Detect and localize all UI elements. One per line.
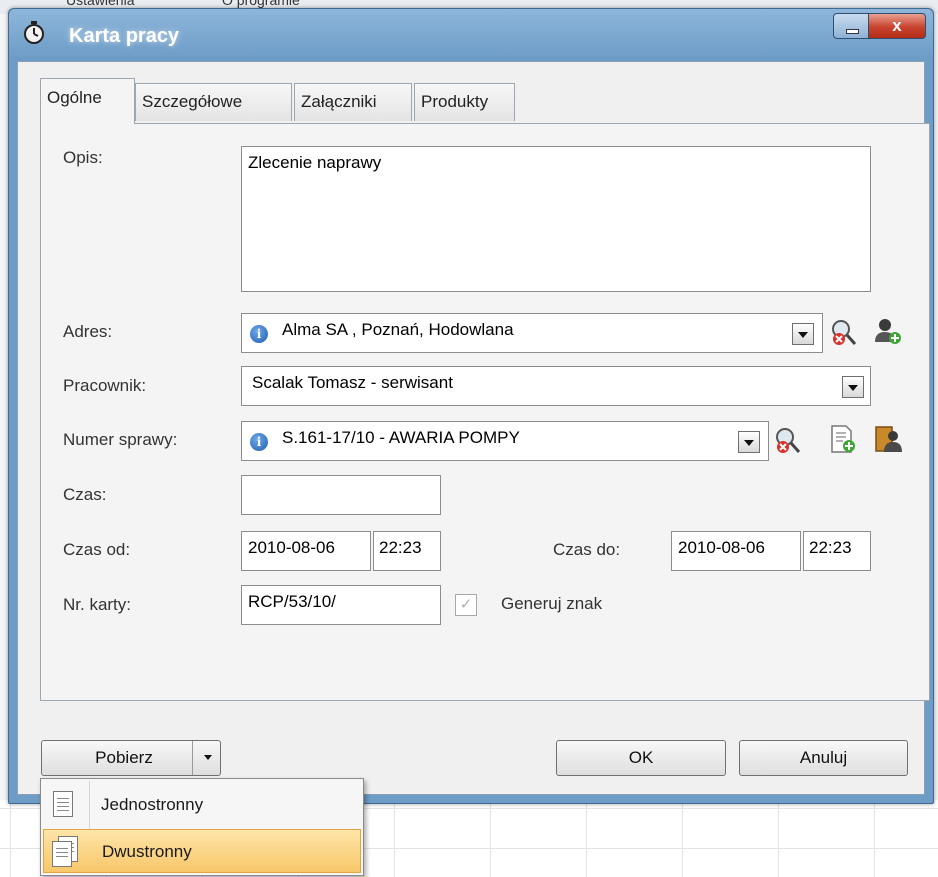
nr-karty-label: Nr. karty: — [63, 595, 132, 614]
tab-szczegolowe[interactable]: Szczegółowe — [135, 83, 292, 121]
anuluj-button[interactable]: Anuluj — [739, 740, 908, 776]
pobierz-split-button[interactable]: Pobierz — [41, 740, 221, 776]
dialog-client-area: Ogólne Szczegółowe Załączniki Produkty O… — [17, 61, 930, 795]
czas-od-label: Czas od: — [63, 540, 131, 559]
czas-do-time-input[interactable]: 22:23 — [803, 531, 871, 571]
info-icon: i — [250, 325, 268, 343]
background-menu-item: O programie — [222, 0, 300, 8]
search-remove-icon[interactable] — [829, 318, 859, 348]
numer-sprawy-label: Numer sprawy: — [63, 430, 178, 449]
pracownik-combobox[interactable]: Scalak Tomasz - serwisant — [241, 366, 871, 406]
menu-item-jednostronny[interactable]: Jednostronny — [43, 783, 361, 827]
czas-label: Czas: — [63, 485, 107, 504]
opis-value: Zlecenie naprawy — [248, 153, 382, 172]
adres-value: Alma SA , Poznań, Hodowlana — [282, 320, 514, 339]
open-case-icon[interactable] — [873, 424, 903, 454]
numer-sprawy-combobox[interactable]: i S.161-17/10 - AWARIA POMPY — [241, 421, 769, 461]
single-page-icon — [53, 791, 73, 817]
ok-button[interactable]: OK — [556, 740, 726, 776]
tab-ogolne[interactable]: Ogólne — [40, 78, 135, 124]
czas-do-date: 2010-08-06 — [678, 538, 765, 557]
pracownik-dropdown-button[interactable] — [842, 376, 864, 398]
title-bar[interactable]: Karta pracy x — [9, 9, 933, 61]
nr-karty-value: RCP/53/10/ — [248, 592, 336, 611]
pobierz-button-label: Pobierz — [95, 748, 153, 767]
tab-zalaczniki[interactable]: Załączniki — [294, 83, 412, 121]
adres-label: Adres: — [63, 322, 113, 341]
nr-karty-input[interactable]: RCP/53/10/ — [241, 585, 441, 625]
czas-od-date-input[interactable]: 2010-08-06 — [241, 531, 371, 571]
chevron-down-icon[interactable] — [204, 755, 212, 760]
generuj-znak-checkbox[interactable]: ✓ — [455, 594, 477, 616]
add-document-icon[interactable] — [827, 424, 857, 454]
tab-panel-ogolne: Opis: Zlecenie naprawy Adres: i Alma SA … — [40, 123, 930, 701]
add-user-icon[interactable] — [873, 316, 903, 346]
czas-od-time-input[interactable]: 22:23 — [373, 531, 441, 571]
opis-textarea[interactable]: Zlecenie naprawy — [241, 146, 871, 292]
background-menu-item: Ustawienia — [66, 0, 135, 8]
pracownik-value: Scalak Tomasz - serwisant — [252, 373, 453, 392]
info-icon: i — [250, 433, 268, 451]
czas-do-time: 22:23 — [809, 538, 852, 557]
numer-sprawy-dropdown-button[interactable] — [738, 431, 760, 453]
numer-sprawy-value: S.161-17/10 - AWARIA POMPY — [282, 428, 520, 447]
adres-combobox[interactable]: i Alma SA , Poznań, Hodowlana — [241, 313, 823, 353]
generuj-znak-label: Generuj znak — [501, 594, 603, 613]
czas-od-date: 2010-08-06 — [248, 538, 335, 557]
pracownik-label: Pracownik: — [63, 376, 147, 395]
search-remove-icon[interactable] — [773, 426, 803, 456]
minimize-button[interactable] — [833, 13, 869, 39]
karta-pracy-dialog: Karta pracy x Ogólne Szczegółowe Załączn… — [8, 8, 934, 804]
czas-input[interactable] — [241, 475, 441, 515]
adres-dropdown-button[interactable] — [792, 323, 814, 345]
split-divider — [192, 741, 193, 775]
tab-produkty[interactable]: Produkty — [414, 83, 515, 121]
czas-od-time: 22:23 — [379, 538, 422, 557]
opis-label: Opis: — [63, 148, 103, 167]
menu-item-label: Dwustronny — [102, 842, 192, 861]
window-title: Karta pracy — [69, 25, 180, 47]
menu-item-dwustronny[interactable]: Dwustronny — [43, 829, 361, 873]
stopwatch-icon — [24, 21, 44, 44]
czas-do-date-input[interactable]: 2010-08-06 — [671, 531, 801, 571]
double-page-icon-front — [52, 841, 72, 867]
close-button[interactable]: x — [868, 13, 926, 39]
menu-item-label: Jednostronny — [101, 795, 204, 814]
pobierz-dropdown-menu: Jednostronny Dwustronny — [40, 778, 364, 876]
czas-do-label: Czas do: — [553, 540, 621, 559]
